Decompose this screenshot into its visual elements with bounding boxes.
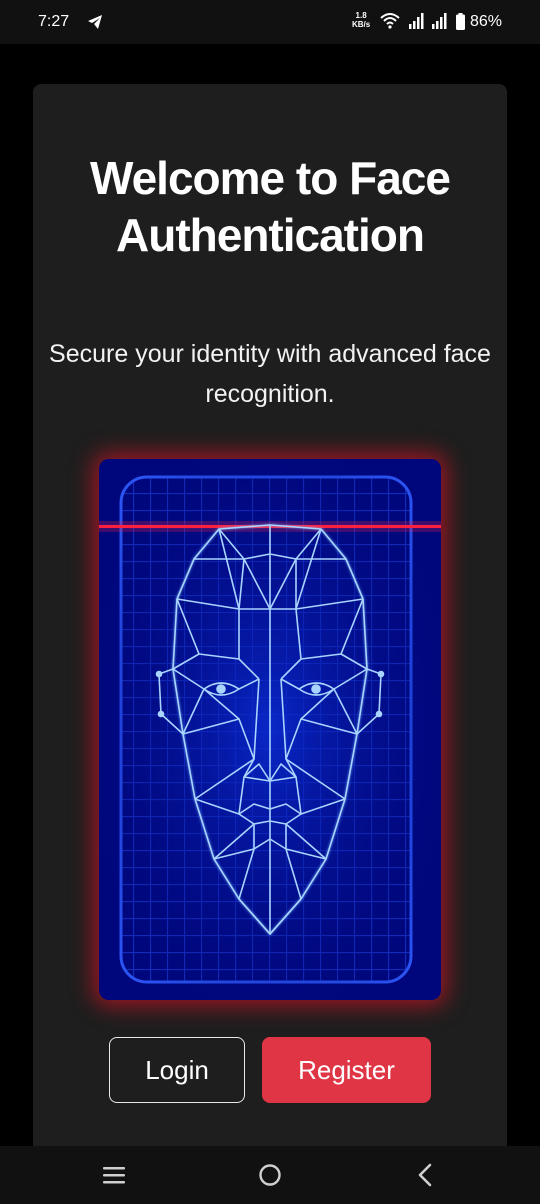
face-scan-illustration bbox=[99, 459, 441, 1000]
home-icon[interactable] bbox=[258, 1163, 282, 1187]
status-bar: 7:27 1.8 KB/s 86% bbox=[0, 0, 540, 44]
welcome-card: Welcome to Face Authentication Secure yo… bbox=[33, 84, 507, 1146]
menu-icon[interactable] bbox=[101, 1164, 127, 1186]
page-subtitle: Secure your identity with advanced face … bbox=[49, 340, 491, 408]
signal-icon bbox=[432, 13, 447, 29]
page-title: Welcome to Face Authentication bbox=[90, 152, 451, 261]
battery-level: 86% bbox=[470, 13, 503, 30]
battery-icon bbox=[456, 13, 465, 30]
speed-value: 1.8 bbox=[355, 11, 367, 20]
back-icon[interactable] bbox=[414, 1162, 436, 1188]
navigation-bar bbox=[0, 1146, 540, 1204]
speed-unit: KB/s bbox=[352, 20, 371, 29]
signal-icon bbox=[409, 13, 424, 29]
register-button[interactable]: Register bbox=[262, 1037, 431, 1103]
network-speed: 1.8 KB/s bbox=[352, 11, 370, 29]
status-time: 7:27 bbox=[38, 13, 70, 30]
login-button[interactable]: Login bbox=[109, 1037, 245, 1103]
telegram-icon bbox=[88, 15, 102, 29]
wifi-icon bbox=[380, 13, 400, 29]
